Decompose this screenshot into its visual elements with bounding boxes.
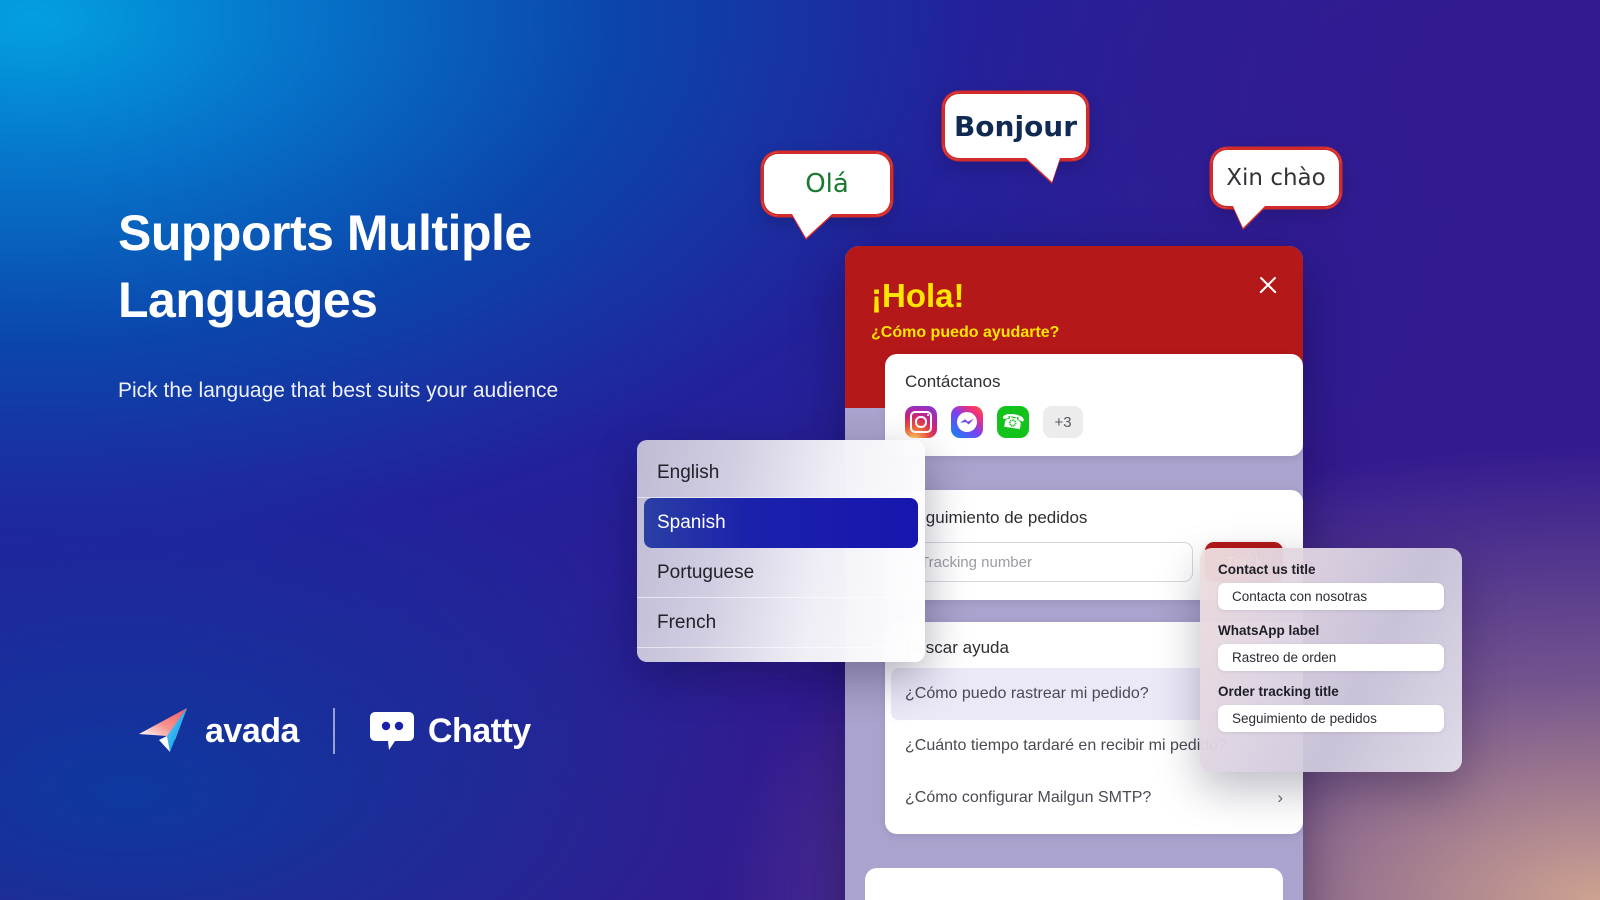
promo-banner: Supports Multiple Languages Pick the lan… bbox=[0, 0, 1600, 900]
language-option-label: Spanish bbox=[657, 512, 726, 533]
brand-divider bbox=[332, 708, 335, 754]
language-dropdown[interactable]: English Spanish Portuguese French bbox=[637, 440, 925, 662]
language-option-english[interactable]: English bbox=[637, 448, 925, 498]
more-channels-chip[interactable]: +3 bbox=[1043, 406, 1083, 438]
language-option-spanish[interactable]: Spanish bbox=[644, 498, 918, 548]
chatty-logo: Chatty bbox=[369, 710, 531, 752]
greeting-title: ¡Hola! bbox=[871, 277, 965, 314]
speech-bubble-tail bbox=[792, 214, 832, 238]
speech-bubble-text: Xin chào bbox=[1226, 165, 1326, 191]
speech-bubble-xinchao: Xin chào bbox=[1211, 148, 1341, 228]
speech-bubble-text: Bonjour bbox=[953, 109, 1078, 143]
brand-lockup: avada Chatty bbox=[137, 706, 531, 756]
avada-logo: avada bbox=[137, 706, 299, 756]
faq-item-label: ¿Cuánto tiempo tardaré en recibir mi ped… bbox=[905, 737, 1227, 754]
page-subtitle: Pick the language that best suits your a… bbox=[118, 379, 559, 402]
avada-wordmark: avada bbox=[205, 711, 299, 750]
instagram-icon[interactable] bbox=[905, 406, 937, 438]
speech-bubble-tail bbox=[1233, 206, 1265, 228]
contact-channel-row: ☎ +3 bbox=[905, 406, 1283, 438]
contact-card: Contáctanos ☎ +3 bbox=[885, 354, 1303, 456]
order-tracking-title-label: Order tracking title bbox=[1218, 684, 1339, 699]
chat-bubble-icon bbox=[369, 712, 414, 750]
messenger-icon[interactable] bbox=[951, 406, 983, 438]
faq-item-label: ¿Cómo puedo rastrear mi pedido? bbox=[905, 685, 1149, 702]
page-title: Supports Multiple Languages bbox=[118, 205, 532, 328]
contact-us-title-input[interactable]: Contacta con nosotras bbox=[1218, 583, 1444, 610]
language-option-label: French bbox=[657, 611, 717, 633]
chevron-right-icon: › bbox=[1277, 788, 1283, 807]
phone-icon[interactable]: ☎ bbox=[997, 406, 1029, 438]
greeting-subtitle: ¿Cómo puedo ayudarte? bbox=[871, 324, 1060, 342]
speech-bubble-tail bbox=[1026, 158, 1060, 182]
whatsapp-label-label: WhatsApp label bbox=[1218, 623, 1320, 638]
faq-item[interactable]: ¿Cómo configurar Mailgun SMTP? › bbox=[885, 772, 1303, 824]
paper-plane-icon bbox=[139, 708, 187, 752]
order-tracking-title: Seguimiento de pedidos bbox=[905, 508, 1088, 527]
tracking-number-input[interactable]: Tracking number bbox=[905, 542, 1193, 582]
whatsapp-label-input[interactable]: Rastreo de orden bbox=[1218, 644, 1444, 671]
faq-item-label: ¿Cómo configurar Mailgun SMTP? bbox=[905, 789, 1152, 806]
speech-bubble-ola: Olá bbox=[762, 152, 892, 238]
help-card-secondary bbox=[865, 868, 1283, 900]
language-option-french[interactable]: French bbox=[637, 598, 925, 648]
language-option-portuguese[interactable]: Portuguese bbox=[637, 548, 925, 598]
contact-card-title: Contáctanos bbox=[905, 372, 1001, 391]
translation-settings-panel[interactable]: Contact us title Contacta con nosotras W… bbox=[1200, 548, 1462, 772]
language-option-label: Portuguese bbox=[657, 561, 755, 583]
order-tracking-title-input[interactable]: Seguimiento de pedidos bbox=[1218, 705, 1444, 732]
chatty-wordmark: Chatty bbox=[427, 711, 531, 750]
contact-us-title-label: Contact us title bbox=[1218, 562, 1316, 577]
speech-bubble-text: Olá bbox=[805, 169, 849, 199]
close-icon[interactable] bbox=[1255, 272, 1281, 298]
language-option-label: English bbox=[657, 461, 720, 483]
speech-bubble-bonjour: Bonjour bbox=[943, 92, 1088, 182]
